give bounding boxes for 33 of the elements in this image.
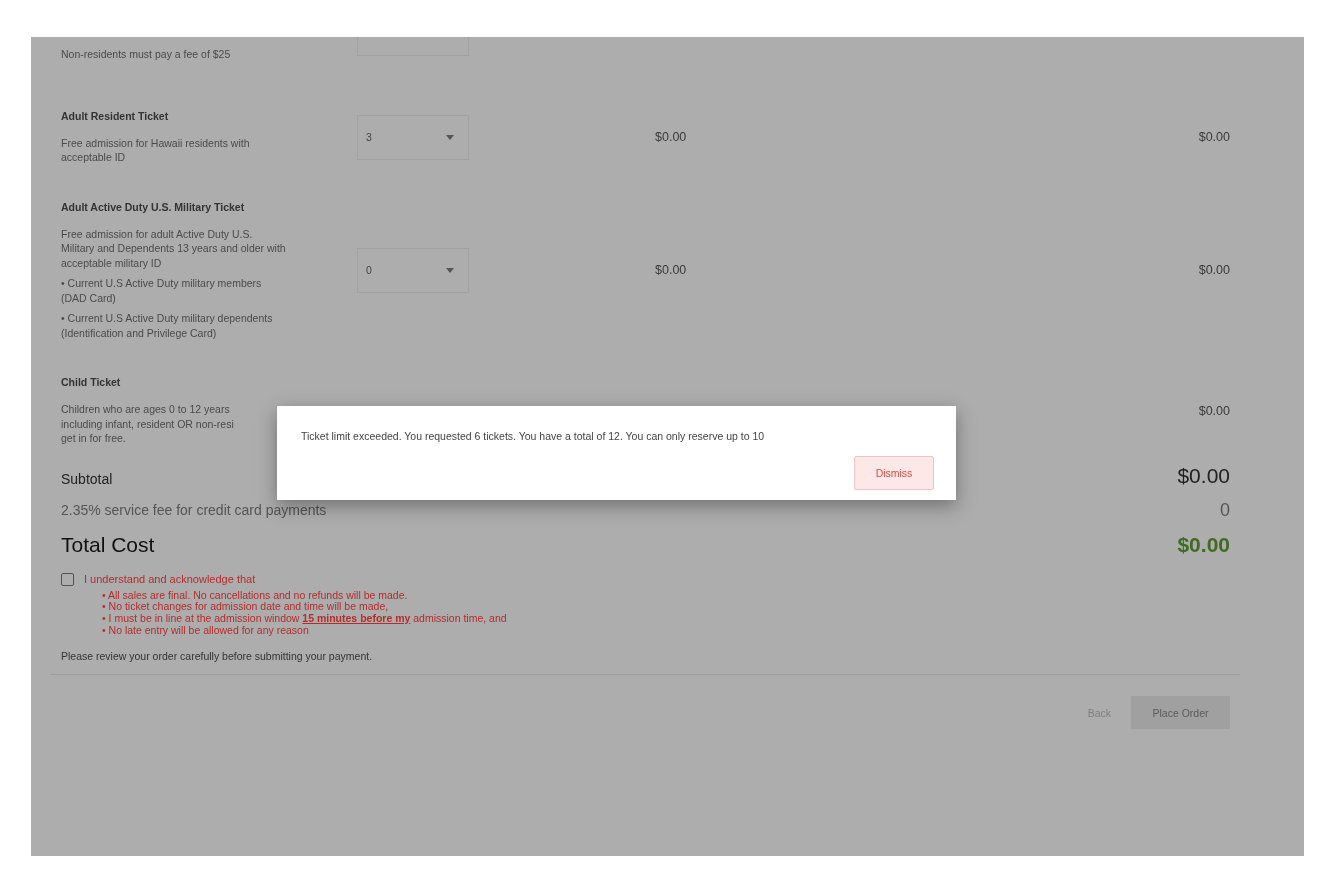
review-note: Please review your order carefully before submitting your payment. [61,650,374,663]
acknowledgement-label: I understand and acknowledge that [84,573,256,585]
terms-item: • I must be in line at the admission window 15 minutes before my admission time, and [102,612,508,625]
terms-item: • All sales are final. No cancellations and no refunds will be made. [102,589,409,602]
ticket-price: $0.00 [654,263,688,278]
subtotal-value: $0.00 [1177,463,1230,488]
terms-item: • No ticket changes for admission date and time will be made, [102,601,390,613]
ticket-name: Adult Resident Ticket [61,109,170,122]
checkbox[interactable] [61,572,74,586]
ticket-total: $0.00 [1197,263,1230,278]
ticket-name: Child Ticket [61,376,122,388]
quantity-select[interactable]: 0 [357,247,469,293]
ticket-name: Adult Active Duty U.S. Military Ticket [61,200,246,213]
service-fee-value: 0 [1220,499,1230,521]
service-fee-label: 2.35% service fee for credit card payments [61,502,327,518]
terms-item: • No late entry will be allowed for any reason [102,624,310,637]
ticket-description: Children who are ages 0 to 12 years including infant, resident OR non-resi get in for free. [61,402,234,446]
ticket-price: $0.00 [654,130,688,144]
total-cost-label: Total Cost [61,532,155,557]
total-cost-value: $0.00 [1177,532,1230,557]
ticket-total: $0.00 [1197,130,1230,144]
caret-icon [446,267,454,273]
ticket-description: Free admission for adult Active Duty U.S. Military and Dependents 13 years and older with acceptable military ID [61,226,286,270]
caret-icon [446,134,454,140]
subtotal-label: Subtotal [61,470,113,487]
ticket-note: • Current U.S Active Duty military members (DAD Card) [61,276,263,305]
ticket-description: Free admission for Hawaii residents with acceptable ID [61,135,250,165]
ticket-description: Non-residents must pay a fee of $25 [61,47,231,62]
ticket-note: • Current U.S Active Duty military dependents (Identification and Privilege Card) [61,311,274,340]
quantity-select[interactable]: 3 [357,114,469,160]
dismiss-button[interactable]: Dismiss [854,456,934,490]
ticket-total: $0.00 [1197,403,1230,418]
dialog-message: Ticket limit exceeded. You requested 6 tickets. You have a total of 12. You can only reserve up to 10 [301,430,766,442]
